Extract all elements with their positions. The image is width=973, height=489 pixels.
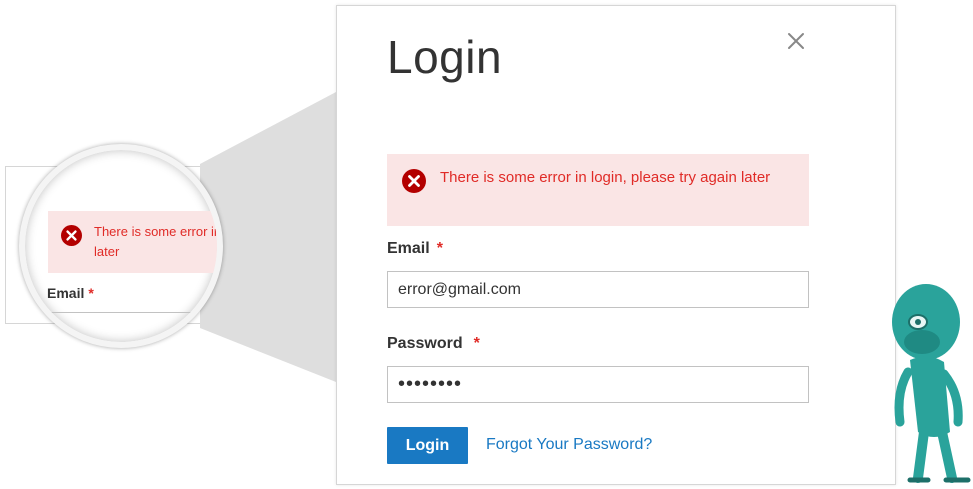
modal-title: Login <box>387 31 503 83</box>
required-asterisk: * <box>436 240 443 257</box>
forgot-password-link[interactable]: Forgot Your Password? <box>486 436 652 454</box>
password-field[interactable] <box>387 366 809 403</box>
required-asterisk: * <box>473 335 480 352</box>
required-asterisk: * <box>88 285 94 301</box>
mascot-illustration <box>892 284 971 483</box>
error-message: There is some error in login, please try… <box>387 154 809 226</box>
close-icon <box>788 33 804 49</box>
zoomed-email-field <box>45 312 217 333</box>
password-label: Password * <box>387 335 480 352</box>
zoomed-error-text: There is some error in login, please try… <box>94 224 216 259</box>
email-label: Email * <box>387 240 443 257</box>
magnifier-zoom: There is some error in login, please try… <box>19 144 223 348</box>
email-field[interactable] <box>387 271 809 308</box>
close-button[interactable] <box>783 28 809 54</box>
error-circle-icon <box>402 169 426 193</box>
error-circle-icon <box>61 225 82 246</box>
zoomed-email-label: Email * <box>47 285 94 301</box>
zoomed-error-message: There is some error in login, please try… <box>48 211 217 273</box>
login-modal: Login There is some error in login, plea… <box>336 5 896 485</box>
error-text: There is some error in login, please try… <box>440 169 771 186</box>
login-button[interactable]: Login <box>387 427 468 464</box>
